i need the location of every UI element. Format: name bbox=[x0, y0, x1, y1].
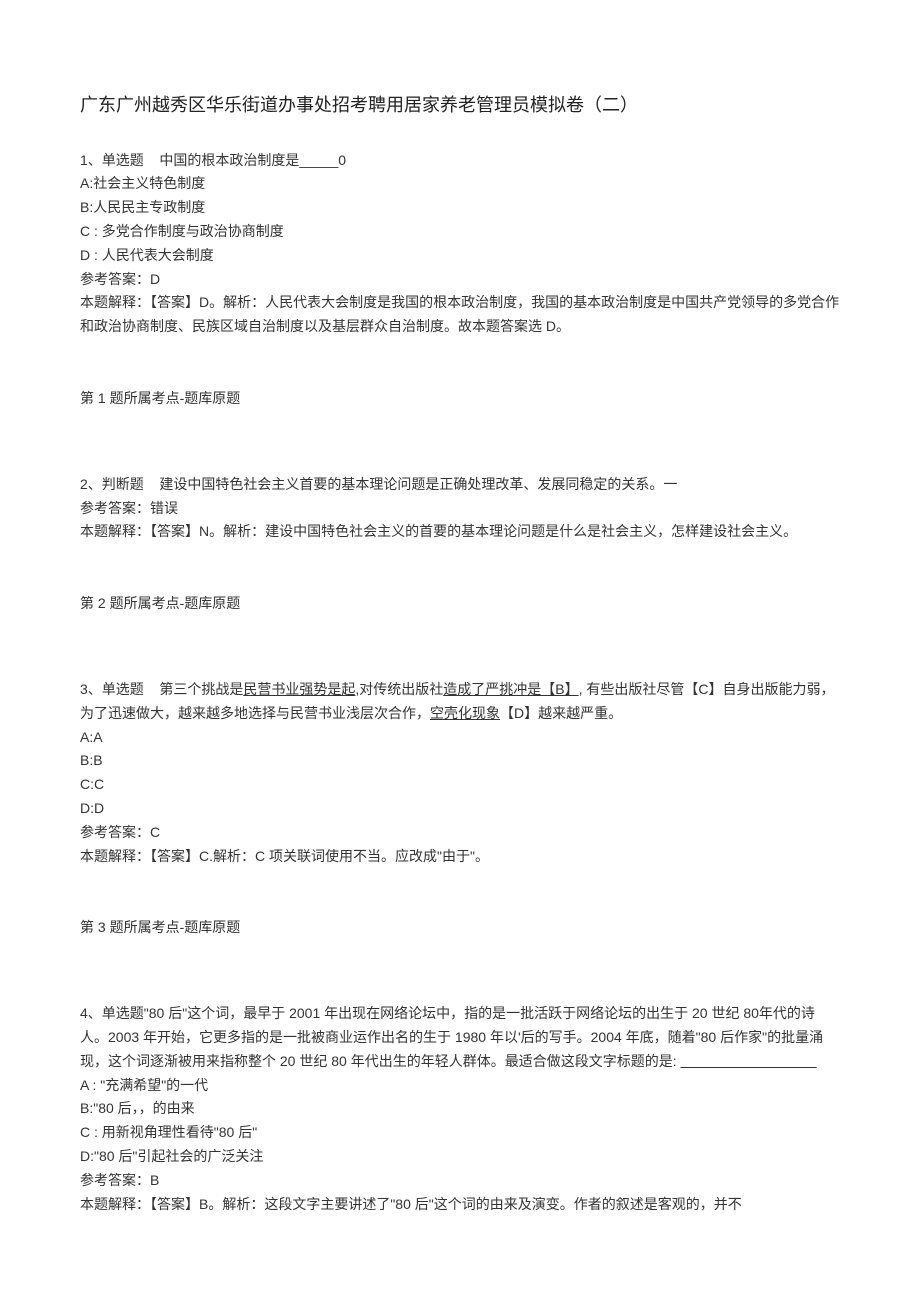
q3-text-before: 第三个挑战是 bbox=[159, 681, 243, 697]
q3-option-d: D:D bbox=[80, 797, 840, 821]
q4-blank-underline bbox=[680, 1053, 816, 1069]
q1-text: 中国的根本政治制度是_____0 bbox=[159, 152, 346, 168]
q2-category: 第 2 题所属考点-题库原题 bbox=[80, 592, 840, 616]
q3-underline-2: 造成了严挑冲是【B】 bbox=[443, 681, 578, 697]
q4-option-b: B:"80 后，，的由来 bbox=[80, 1097, 840, 1121]
q4-answer: 参考答案：B bbox=[80, 1169, 840, 1193]
q1-prompt: 1、单选题 中国的根本政治制度是_____0 bbox=[80, 149, 840, 173]
q3-option-c: C:C bbox=[80, 773, 840, 797]
q4-option-d: D:"80 后"引起社会的广泛关注 bbox=[80, 1145, 840, 1169]
q2-explanation: 本题解释：【答案】N。解析：建设中国特色社会主义的首要的基本理论问题是什么是社会… bbox=[80, 520, 840, 544]
q2-text: 建设中国特色社会主义首要的基本理论问题是正确处理改革、发展同稳定的关系。一 bbox=[159, 476, 677, 492]
question-1: 1、单选题 中国的根本政治制度是_____0 A:社会主义特色制度 B:人民民主… bbox=[80, 149, 840, 339]
q1-category: 第 1 题所属考点-题库原题 bbox=[80, 387, 840, 411]
q4-explanation: 本题解释：【答案】B。解析：这段文字主要讲述了"80 后"这个词的由来及演变。作… bbox=[80, 1193, 840, 1217]
document-title: 广东广州越秀区华乐街道办事处招考聘用居家养老管理员模拟卷（二） bbox=[80, 90, 840, 121]
q4-label: 4、单选题 bbox=[80, 1005, 144, 1021]
q3-category: 第 3 题所属考点-题库原题 bbox=[80, 916, 840, 940]
q2-label: 2、判断题 bbox=[80, 476, 144, 492]
document-page: 广东广州越秀区华乐街道办事处招考聘用居家养老管理员模拟卷（二） 1、单选题 中国… bbox=[0, 0, 920, 1284]
q2-answer: 参考答案：错误 bbox=[80, 497, 840, 521]
q3-underline-1: 民营书业强势是起 bbox=[243, 681, 355, 697]
q1-option-c: C : 多党合作制度与政治协商制度 bbox=[80, 220, 840, 244]
q4-prompt: 4、单选题"80 后"这个词，最早于 2001 年出现在网络论坛中，指的是一批活… bbox=[80, 1002, 840, 1073]
q4-option-a: A : "充满希望"的一代 bbox=[80, 1074, 840, 1098]
q3-label: 3、单选题 bbox=[80, 681, 144, 697]
q1-option-b: B:人民民主专政制度 bbox=[80, 196, 840, 220]
q1-label: 1、单选题 bbox=[80, 152, 144, 168]
q1-explanation: 本题解释：【答案】D。解析：人民代表大会制度是我国的根本政治制度，我国的基本政治… bbox=[80, 291, 840, 339]
q4-option-c: C : 用新视角理性看待"80 后" bbox=[80, 1121, 840, 1145]
q3-text-after: 【D】越来越严重。 bbox=[500, 705, 622, 721]
q2-prompt: 2、判断题 建设中国特色社会主义首要的基本理论问题是正确处理改革、发展同稳定的关… bbox=[80, 473, 840, 497]
q3-underline-3: 空壳化现象 bbox=[430, 705, 500, 721]
q1-option-a: A:社会主义特色制度 bbox=[80, 172, 840, 196]
q1-answer: 参考答案：D bbox=[80, 268, 840, 292]
q3-prompt: 3、单选题 第三个挑战是民营书业强势是起,对传统出版社造成了严挑冲是【B】, 有… bbox=[80, 678, 840, 726]
question-3: 3、单选题 第三个挑战是民营书业强势是起,对传统出版社造成了严挑冲是【B】, 有… bbox=[80, 678, 840, 868]
q3-answer: 参考答案：C bbox=[80, 821, 840, 845]
q1-option-d: D : 人民代表大会制度 bbox=[80, 244, 840, 268]
q3-option-a: A:A bbox=[80, 726, 840, 750]
question-4: 4、单选题"80 后"这个词，最早于 2001 年出现在网络论坛中，指的是一批活… bbox=[80, 1002, 840, 1216]
q3-explanation: 本题解释：【答案】C.解析：C 项关联词使用不当。应改成"由于"。 bbox=[80, 845, 840, 869]
q3-text-mid1: ,对传统出版社 bbox=[355, 681, 443, 697]
question-2: 2、判断题 建设中国特色社会主义首要的基本理论问题是正确处理改革、发展同稳定的关… bbox=[80, 473, 840, 544]
q3-option-b: B:B bbox=[80, 749, 840, 773]
